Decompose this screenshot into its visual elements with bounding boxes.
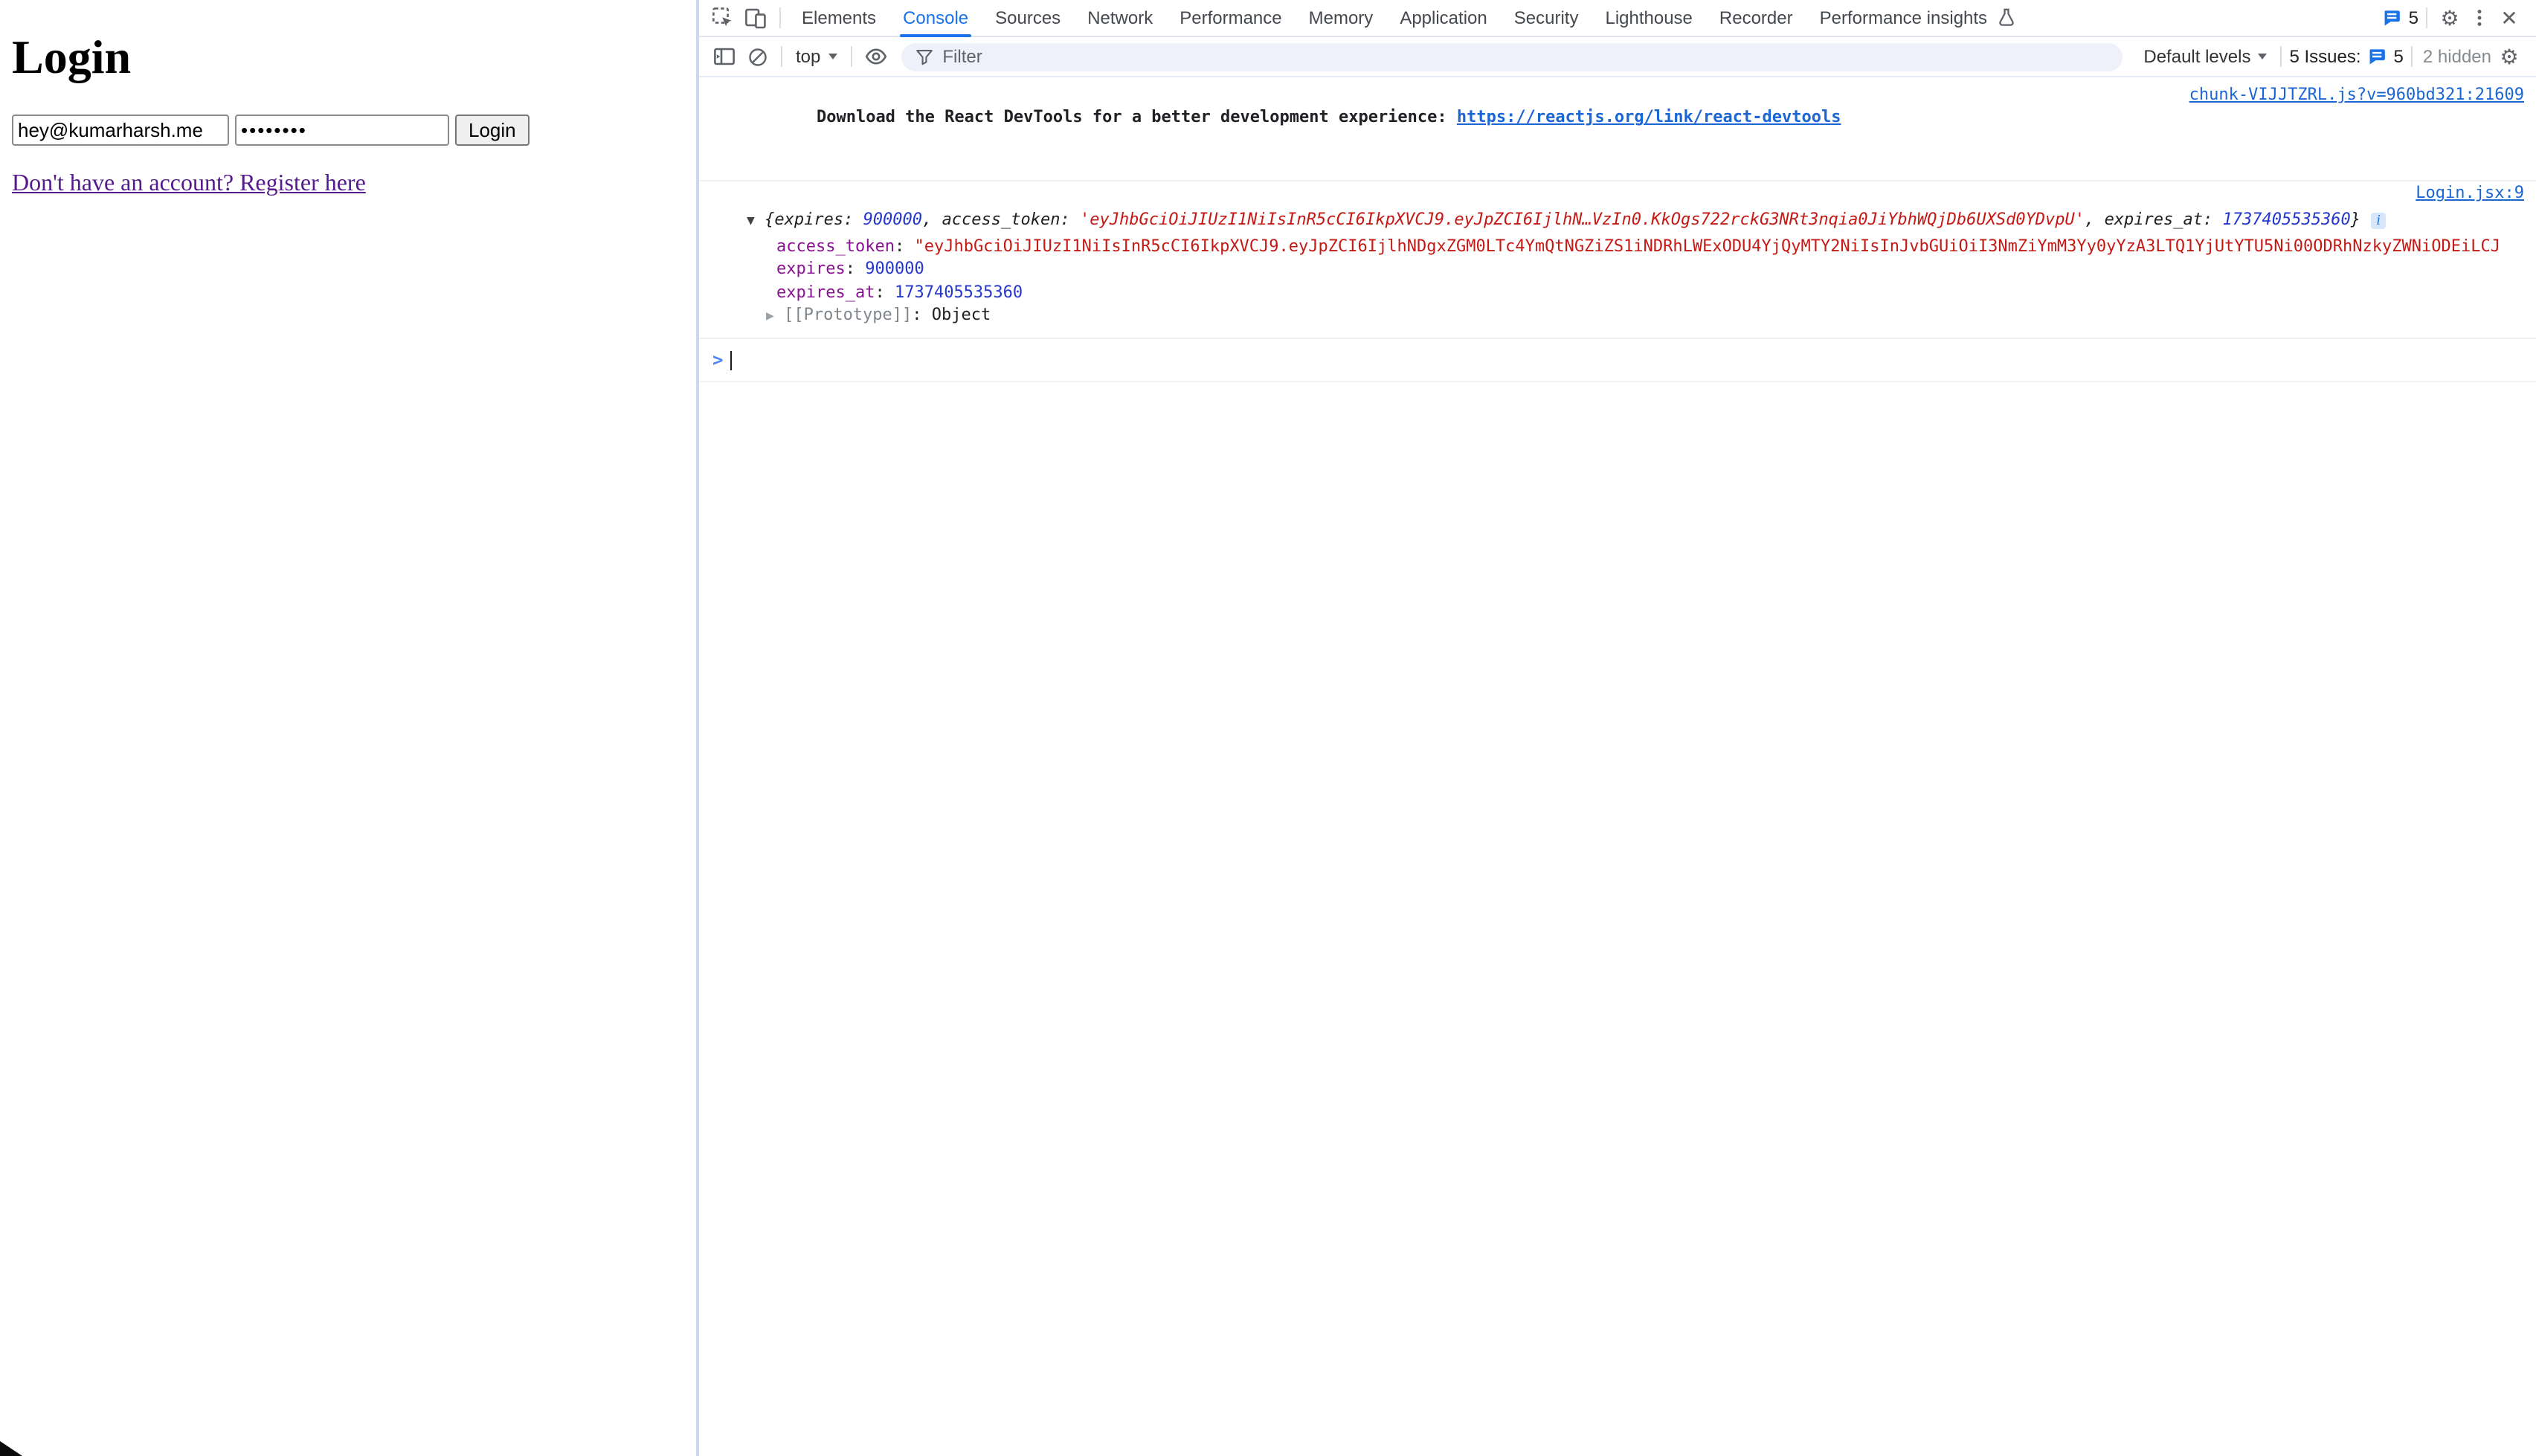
log-levels-selector[interactable]: Default levels [2137,46,2273,67]
tab-memory[interactable]: Memory [1296,0,1387,36]
context-selector[interactable]: top [790,46,843,67]
log-source-line: Login.jsx:9 [699,186,2536,208]
close-icon: ✕ [2500,5,2517,30]
close-devtools-button[interactable]: ✕ [2494,3,2524,33]
tab-sources[interactable]: Sources [982,0,1074,36]
settings-button[interactable]: ⚙ [2435,3,2465,33]
object-preview[interactable]: ▼ {expires: 900000, access_token: 'eyJhb… [699,208,2536,234]
inspect-cursor-icon [711,6,735,30]
device-toolbar-button[interactable] [739,3,772,33]
issues-status[interactable]: 5 Issues: 5 [2289,46,2403,67]
tab-performance-insights[interactable]: Performance insights [1806,0,2030,36]
login-button[interactable]: Login [455,115,530,146]
console-log-object: Login.jsx:9 ▼ {expires: 900000, access_t… [699,181,2536,338]
email-field[interactable] [12,115,229,146]
tab-performance[interactable]: Performance [1166,0,1295,36]
info-message-text: Download the React DevTools for a better… [817,107,1457,126]
issues-bubble-icon [2382,7,2403,28]
separator [2280,46,2282,67]
object-property-expires-at[interactable]: expires_at: 1737405535360 [699,280,2536,303]
issues-bubble-icon [2367,46,2388,67]
register-paragraph: Don't have an account? Register here [12,171,684,198]
console-info-message: Download the React DevTools for a better… [699,77,2536,181]
console-settings-button[interactable]: ⚙ [2494,42,2524,71]
tab-application[interactable]: Application [1386,0,1500,36]
prompt-chevron-icon: > [712,350,723,370]
info-badge-icon: i [2370,213,2387,229]
text-cursor [730,350,732,370]
separator [850,46,852,67]
corner-overlay [0,1441,22,1456]
chevron-down-icon [2258,54,2267,59]
console-filter[interactable] [901,42,2123,71]
register-link[interactable]: Don't have an account? Register here [12,171,366,196]
issues-counter[interactable]: 5 [2382,7,2418,28]
source-link-chunk[interactable]: chunk-VIJJTZRL.js?v=960bd321:21609 [2189,83,2524,106]
console-sidebar-toggle[interactable] [708,42,741,71]
chevron-down-icon [828,54,837,59]
inspect-element-button[interactable] [707,3,739,33]
flask-icon [1996,7,2017,28]
page-title: Login [12,30,684,85]
browser-window: Login Login Don't have an account? Regis… [0,0,2536,1456]
sidebar-panel-icon [712,45,736,68]
console-toolbar: top Default levels [699,37,2536,77]
devtools-tabbar: Elements Console Sources Network Perform… [699,0,2536,37]
more-options-button[interactable] [2465,3,2494,33]
tab-security[interactable]: Security [1501,0,1592,36]
separator [779,7,781,28]
object-property-expires[interactable]: expires: 900000 [699,257,2536,280]
clear-console-icon [746,45,768,68]
tab-recorder[interactable]: Recorder [1706,0,1806,36]
clear-console-button[interactable] [741,42,773,71]
separator [2411,46,2413,67]
object-prototype-row[interactable]: ▶ [[Prototype]]: Object [699,303,2536,329]
filter-funnel-icon [914,47,933,66]
eye-icon [863,45,887,68]
react-devtools-link[interactable]: https://reactjs.org/link/react-devtools [1457,107,1841,126]
source-link-login[interactable]: Login.jsx:9 [2416,183,2524,202]
separator [2426,7,2427,28]
login-form: Login [12,115,684,146]
web-page-login: Login Login Don't have an account? Regis… [0,0,696,1456]
hidden-messages-label[interactable]: 2 hidden [2423,46,2491,67]
tab-network[interactable]: Network [1074,0,1166,36]
tab-lighthouse[interactable]: Lighthouse [1592,0,1705,36]
tab-elements[interactable]: Elements [788,0,889,36]
devtools-panel: Elements Console Sources Network Perform… [699,0,2536,1456]
device-toolbar-icon [744,6,767,30]
object-property-access-token[interactable]: access_token: "eyJhbGciOiJIUzI1NiIsInR5c… [699,234,2536,257]
kebab-menu-icon [2469,7,2490,28]
password-field[interactable] [235,115,449,146]
separator [781,46,782,67]
gear-icon: ⚙ [2440,5,2459,30]
console-messages: Download the React DevTools for a better… [699,77,2536,381]
gear-icon: ⚙ [2500,44,2518,69]
live-expression-button[interactable] [859,42,892,71]
filter-input[interactable] [942,46,2109,67]
tab-console[interactable]: Console [889,0,982,36]
console-prompt[interactable]: > [699,338,2536,381]
